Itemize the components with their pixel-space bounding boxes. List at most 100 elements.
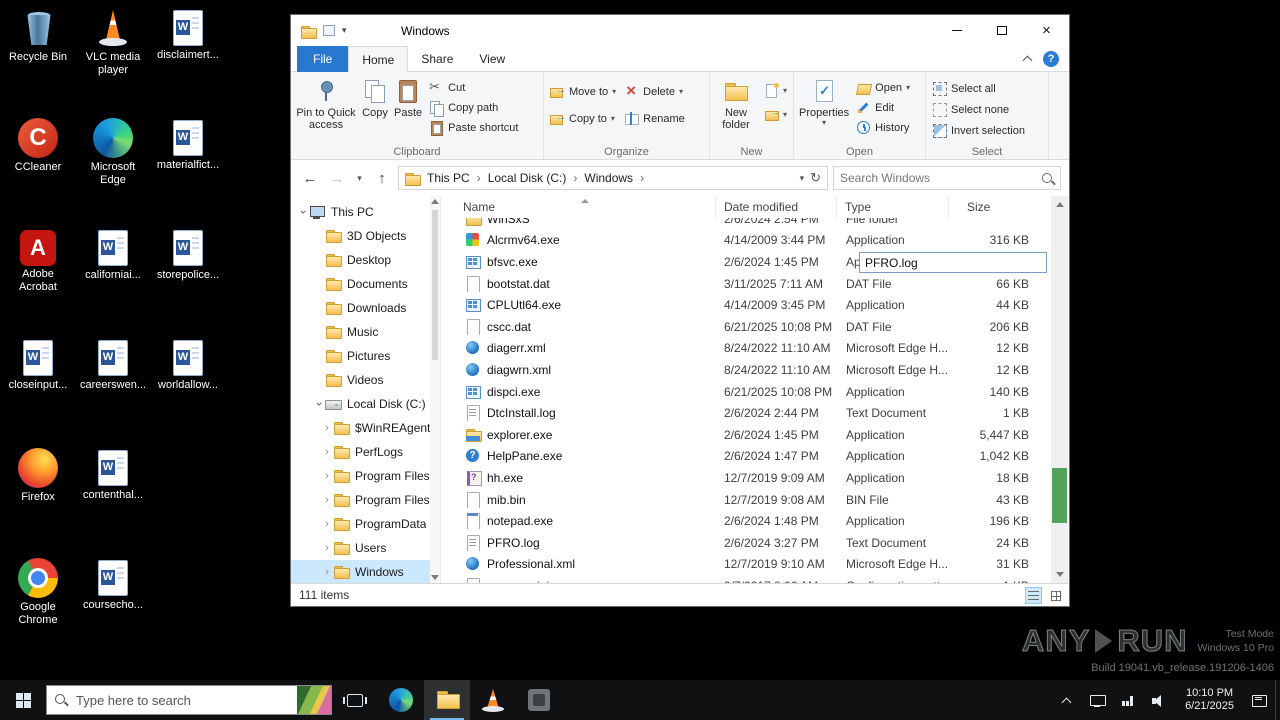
search-box[interactable] — [833, 166, 1061, 190]
search-input[interactable] — [834, 171, 1060, 185]
qat-button-icon[interactable] — [323, 25, 335, 36]
task-view-button[interactable] — [332, 680, 378, 720]
scroll-up-icon[interactable] — [431, 199, 439, 204]
minimize-button[interactable] — [934, 15, 979, 46]
breadcrumb-item-windows[interactable]: Windows — [579, 169, 638, 187]
details-view-button[interactable] — [1025, 587, 1042, 604]
easy-access-button[interactable]: ▾ — [760, 106, 791, 123]
recent-locations-button[interactable]: ▾ — [353, 173, 366, 184]
file-row-notepad-exe[interactable]: notepad.exe2/6/2024 1:48 PMApplication19… — [441, 510, 1049, 532]
desktop-icon-storepolice[interactable]: storepolice... — [152, 228, 224, 332]
expanded-arrow-icon[interactable]: › — [313, 398, 325, 410]
tab-home[interactable]: Home — [348, 46, 408, 73]
tab-view[interactable]: View — [466, 46, 518, 72]
sidebar-item-downloads[interactable]: Downloads — [291, 296, 431, 320]
new-folder-button[interactable]: New folder — [712, 74, 760, 131]
title-bar[interactable]: ▾ Windows × — [291, 15, 1069, 46]
invert-selection-button[interactable]: Invert selection — [928, 122, 1029, 139]
file-row-pfro-log[interactable]: PFRO.log2/6/2024 3:27 PMText Document24 … — [441, 532, 1049, 554]
sidebar-item-local-disk-c[interactable]: ›Local Disk (C:) — [291, 392, 431, 416]
back-button[interactable]: ← — [299, 170, 321, 187]
desktop-icon-materialfict[interactable]: materialfict... — [152, 118, 224, 222]
desktop-icon-google-chrome[interactable]: Google Chrome — [2, 558, 74, 662]
edit-button[interactable]: Edit — [852, 99, 914, 116]
file-explorer-taskbar-button[interactable] — [424, 680, 470, 720]
chevron-right-icon[interactable]: › — [475, 171, 483, 185]
chevron-right-icon[interactable]: › — [638, 171, 646, 185]
file-row-helppane-exe[interactable]: HelpPane.exe2/6/2024 1:47 PMApplication1… — [441, 446, 1049, 468]
sidebar-item-3d-objects[interactable]: 3D Objects — [291, 224, 431, 248]
sidebar-item-desktop[interactable]: Desktop — [291, 248, 431, 272]
collapsed-arrow-icon[interactable]: › — [321, 446, 333, 458]
start-button[interactable] — [0, 680, 46, 720]
network-button[interactable] — [1113, 680, 1144, 720]
taskbar-search-input[interactable] — [76, 693, 297, 708]
maximize-button[interactable] — [979, 15, 1024, 46]
address-bar[interactable]: This PC›Local Disk (C:)›Windows› ▾ ↻ — [398, 166, 828, 190]
scrollbar-thumb[interactable] — [1052, 468, 1067, 523]
file-row-cscc-dat[interactable]: cscc.dat6/21/2025 10:08 PMDAT File206 KB — [441, 316, 1049, 338]
chevron-right-icon[interactable]: › — [571, 171, 579, 185]
collapsed-arrow-icon[interactable]: › — [321, 518, 333, 530]
file-row-mib-bin[interactable]: mib.bin12/7/2019 9:08 AMBIN File43 KB — [441, 489, 1049, 511]
expanded-arrow-icon[interactable]: › — [297, 206, 309, 218]
vlc-taskbar-button[interactable] — [470, 680, 516, 720]
desktop-icon-coursecho[interactable]: coursecho... — [77, 558, 149, 662]
tab-file[interactable]: File — [297, 46, 348, 72]
utility-taskbar-button[interactable] — [516, 680, 562, 720]
nav-scrollbar-thumb[interactable] — [432, 210, 438, 360]
refresh-icon[interactable]: ↻ — [810, 170, 821, 186]
sidebar-item-videos[interactable]: Videos — [291, 368, 431, 392]
desktop-icon-careerswen[interactable]: careerswen... — [77, 338, 149, 442]
help-button[interactable]: ? — [1043, 51, 1059, 67]
sidebar-item-programdata[interactable]: ›ProgramData — [291, 512, 431, 536]
rename-edit-box[interactable] — [859, 252, 1047, 273]
collapsed-arrow-icon[interactable]: › — [321, 470, 333, 482]
action-center-button[interactable] — [1244, 680, 1275, 720]
sidebar-item-windows[interactable]: ›Windows — [291, 560, 431, 583]
new-item-button[interactable]: ▾ — [760, 82, 791, 99]
display-button[interactable] — [1082, 680, 1113, 720]
desktop-icon-worldallow[interactable]: worldallow... — [152, 338, 224, 442]
collapsed-arrow-icon[interactable]: › — [321, 566, 333, 578]
breadcrumb-item-this-pc[interactable]: This PC — [422, 169, 475, 187]
sidebar-item-music[interactable]: Music — [291, 320, 431, 344]
breadcrumb-item-local-disk-c[interactable]: Local Disk (C:) — [483, 169, 572, 187]
show-desktop-button[interactable] — [1275, 680, 1280, 720]
file-row-progress-ini[interactable]: progress.ini9/7/2017 8:06 AMConfiguratio… — [441, 575, 1049, 583]
copy-path-button[interactable]: Copy path — [425, 99, 522, 116]
desktop-icon-adobe-acrobat[interactable]: Adobe Acrobat — [2, 228, 74, 332]
qat-dropdown-icon[interactable]: ▾ — [342, 25, 347, 36]
nav-scrollbar[interactable] — [430, 196, 440, 583]
column-header-name[interactable]: Name — [441, 196, 716, 218]
desktop-icon-microsoft-edge[interactable]: Microsoft Edge — [77, 118, 149, 222]
scroll-up-icon[interactable] — [1056, 202, 1064, 207]
pin-to-quick-access-button[interactable]: Pin to Quick access — [293, 74, 359, 131]
sidebar-item-program-files[interactable]: ›Program Files — [291, 488, 431, 512]
sidebar-item-this-pc[interactable]: ›This PC — [291, 200, 431, 224]
desktop-icon-contenthal[interactable]: contenthal... — [77, 448, 149, 552]
scroll-down-icon[interactable] — [431, 575, 439, 580]
rename-button[interactable]: Rename — [620, 110, 689, 127]
volume-button[interactable] — [1144, 680, 1175, 720]
file-row-professional-xml[interactable]: Professional.xml12/7/2019 9:10 AMMicroso… — [441, 554, 1049, 576]
paste-button[interactable]: Paste — [391, 74, 425, 119]
taskbar-search[interactable] — [46, 685, 332, 715]
copy-to-button[interactable]: Copy to▾ — [546, 110, 620, 127]
taskbar-clock[interactable]: 10:10 PM 6/21/2025 — [1175, 687, 1244, 713]
file-list-scrollbar[interactable] — [1051, 196, 1068, 583]
up-button[interactable]: ↑ — [371, 170, 393, 187]
icons-view-button[interactable] — [1047, 587, 1064, 604]
sort-ascending-icon[interactable] — [581, 199, 589, 203]
search-icon[interactable] — [1041, 172, 1055, 186]
column-header-size[interactable]: Size — [949, 196, 1041, 218]
sidebar-item-perflogs[interactable]: ›PerfLogs — [291, 440, 431, 464]
close-button[interactable]: × — [1024, 15, 1069, 46]
column-header-date-modified[interactable]: Date modified — [716, 196, 837, 218]
desktop-icon-disclaimert[interactable]: disclaimert... — [152, 8, 224, 112]
cut-button[interactable]: Cut — [425, 79, 522, 96]
collapsed-arrow-icon[interactable]: › — [321, 494, 333, 506]
address-dropdown-icon[interactable]: ▾ — [800, 173, 805, 184]
collapsed-arrow-icon[interactable]: › — [321, 542, 333, 554]
file-row-winsxs[interactable]: WinSxS2/6/2024 2:54 PMFile folder — [441, 218, 1049, 230]
